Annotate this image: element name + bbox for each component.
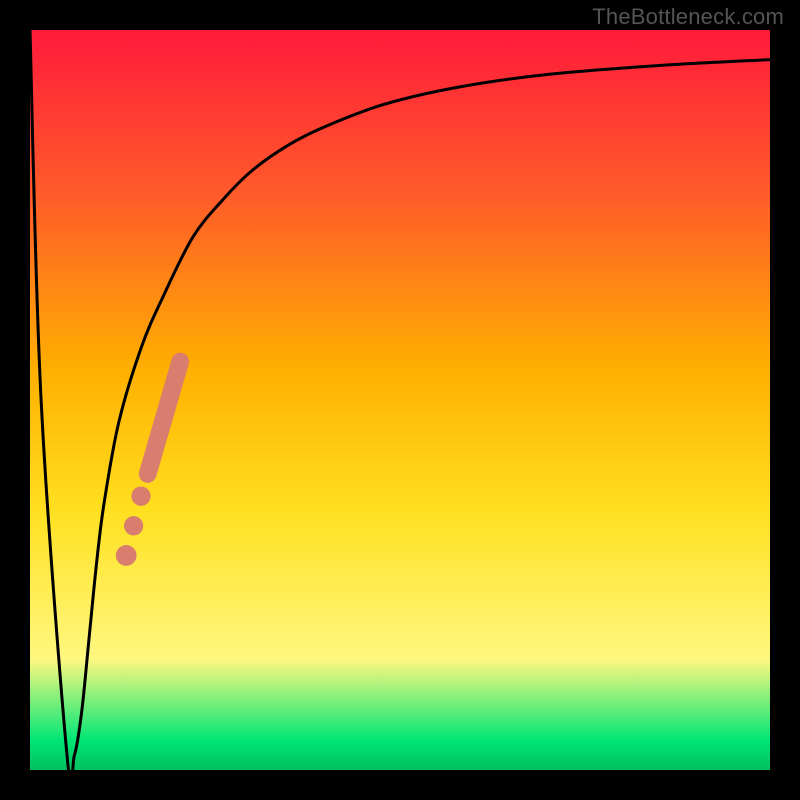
chart-frame xyxy=(30,30,770,770)
marker-dot xyxy=(116,545,137,566)
bottleneck-chart xyxy=(30,30,770,770)
marker-dot xyxy=(131,487,150,506)
marker-dot xyxy=(124,516,143,535)
gradient-background xyxy=(30,30,770,770)
watermark-text: TheBottleneck.com xyxy=(592,4,784,30)
